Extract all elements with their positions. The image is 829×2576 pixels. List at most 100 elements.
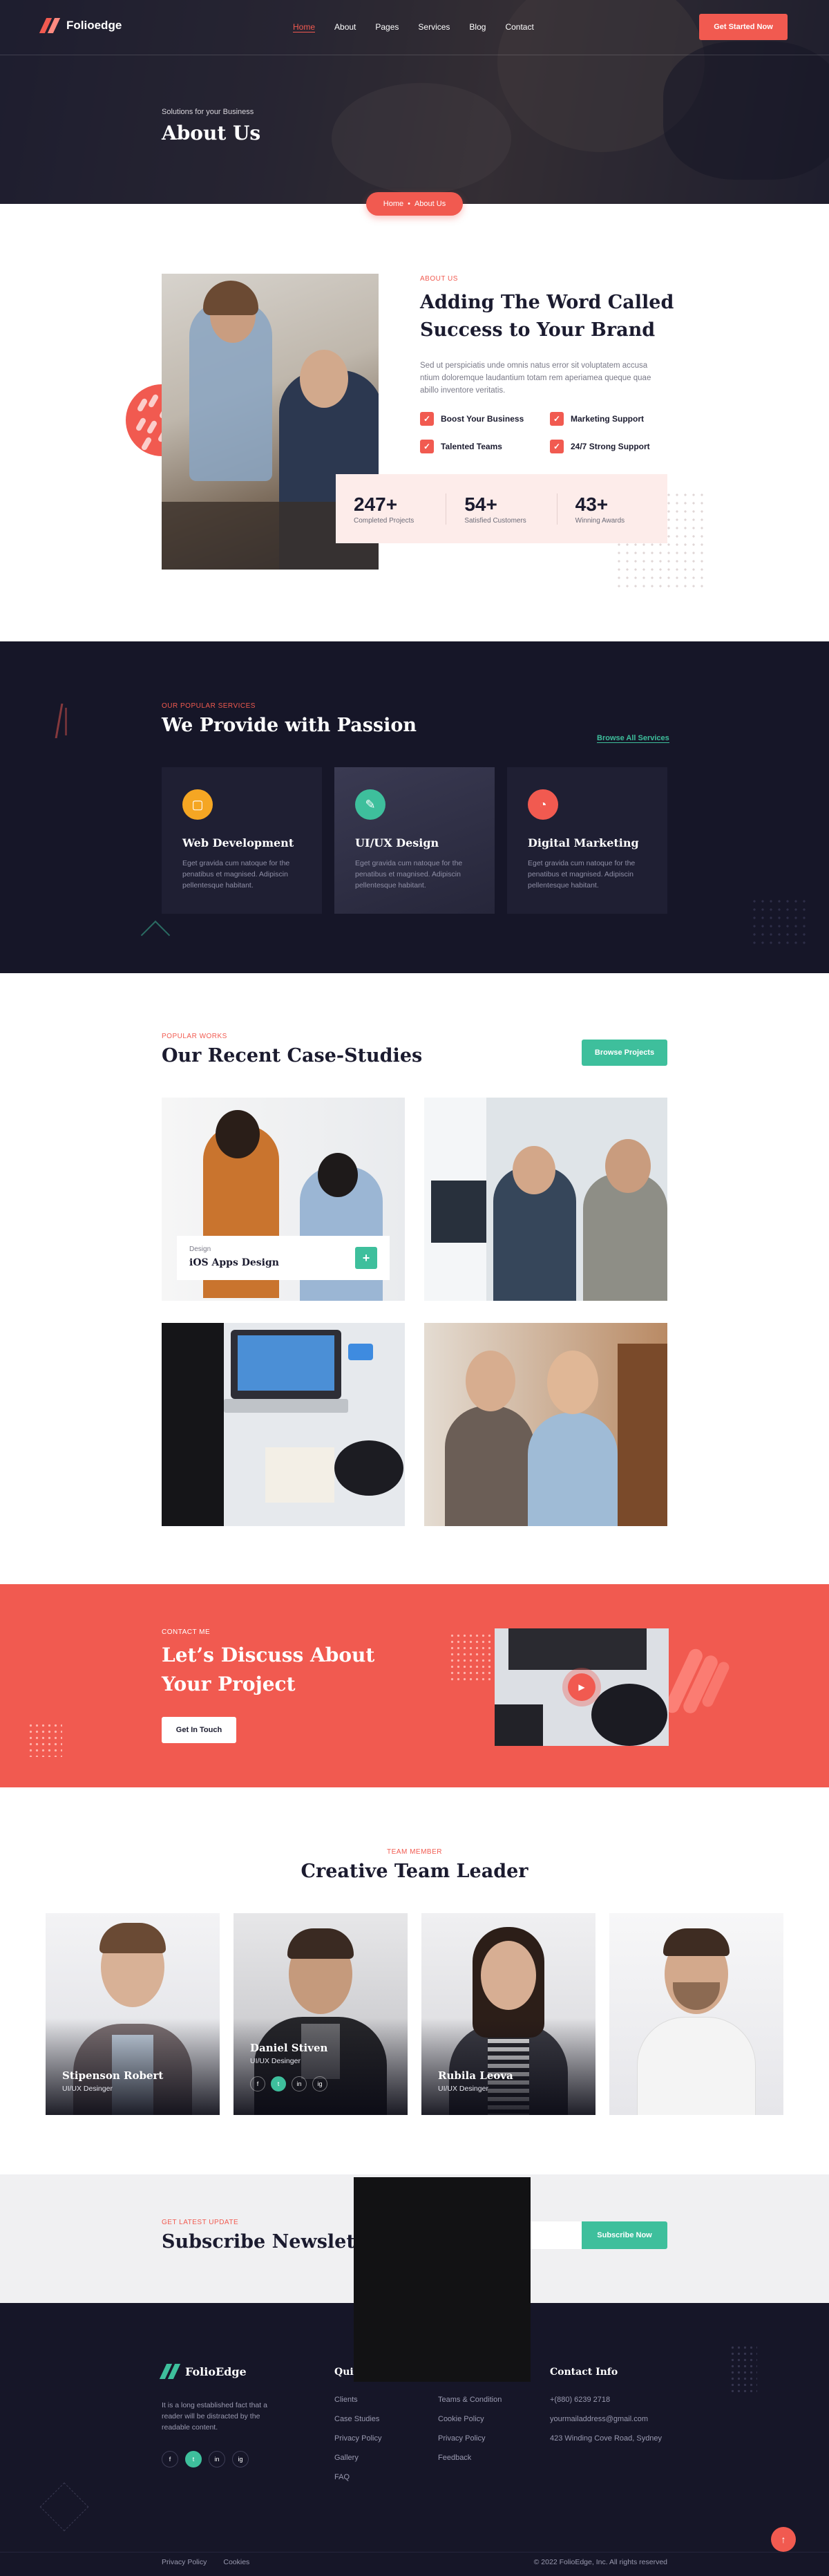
service-card[interactable]: ◔ Digital Marketing Eget gravida cum nat… [507, 767, 667, 914]
feature-label: Boost Your Business [441, 414, 524, 424]
nav-links: Home About Pages Services Blog Contact [293, 22, 534, 32]
member-name: Rubila Leova [438, 2069, 513, 2082]
pen-tool-icon: ✎ [355, 789, 385, 820]
get-started-button[interactable]: Get Started Now [699, 14, 788, 40]
logo[interactable]: Folioedge [39, 18, 122, 33]
about-title-line1: Adding The Word Called [420, 292, 674, 313]
page-title: About Us [162, 122, 261, 144]
footer-link[interactable]: FAQ [334, 2473, 381, 2481]
team-label: TEAM MEMBER [387, 1848, 442, 1856]
feature-item: ✓ Boost Your Business [420, 412, 550, 426]
scroll-top-icon[interactable]: ↑ [771, 2527, 796, 2552]
services-title: We Provide with Passion [162, 715, 417, 736]
footer-link[interactable]: Clients [334, 2396, 381, 2404]
twitter-icon[interactable]: t [271, 2076, 286, 2091]
footer-logo[interactable]: FolioEdge [159, 2364, 247, 2379]
nav-home[interactable]: Home [293, 22, 316, 32]
breadcrumb-home[interactable]: Home [383, 200, 403, 208]
services-section: OUR POPULAR SERVICES We Provide with Pas… [0, 641, 829, 973]
linkedin-icon[interactable]: in [292, 2076, 307, 2091]
team-card[interactable]: Stipenson Robert UI/UX Desinger [46, 1913, 220, 2115]
nav-blog[interactable]: Blog [469, 22, 486, 32]
nav-services[interactable]: Services [418, 22, 450, 32]
cases-title: Our Recent Case-Studies [162, 1045, 423, 1066]
footer-link[interactable]: Feedback [438, 2454, 502, 2462]
footer-links-col2: Teams & Condition Cookie Policy Privacy … [438, 2396, 502, 2473]
member-name: Daniel Stiven [250, 2042, 328, 2054]
service-text: Eget gravida cum natoque for the penatib… [355, 859, 463, 890]
footer-link[interactable]: Gallery [334, 2454, 381, 2462]
footer-links-col1: Clients Case Studies Privacy Policy Gall… [334, 2396, 381, 2492]
feature-item: ✓ 24/7 Strong Support [550, 440, 669, 453]
team-card[interactable] [609, 1913, 783, 2115]
footer-link[interactable]: Cookie Policy [438, 2415, 502, 2423]
service-title: Digital Marketing [528, 836, 639, 849]
facebook-icon[interactable]: f [250, 2076, 265, 2091]
services-label: OUR POPULAR SERVICES [162, 702, 256, 710]
feature-item: ✓ Talented Teams [420, 440, 550, 453]
service-card[interactable]: ▢ Web Development Eget gravida cum natoq… [162, 767, 322, 914]
phone-text[interactable]: +(880) 6239 2718 [550, 2396, 662, 2404]
browse-services-link[interactable]: Browse All Services [597, 734, 669, 743]
stat-number: 43+ [575, 493, 609, 515]
service-title: Web Development [182, 836, 294, 849]
footer-link[interactable]: Teams & Condition [438, 2396, 502, 2404]
logo-icon [39, 18, 61, 33]
facebook-icon[interactable]: f [162, 2451, 178, 2467]
nav-contact[interactable]: Contact [505, 22, 533, 32]
member-role: UI/UX Desinger [62, 2085, 113, 2093]
subscribe-button[interactable]: Subscribe Now [582, 2221, 667, 2249]
play-icon[interactable]: ▶ [568, 1673, 595, 1701]
footer-link[interactable]: Privacy Policy [438, 2434, 502, 2443]
breadcrumb: Home • About Us [366, 192, 463, 216]
stats-panel: 247+ Completed Projects 54+ Satisfied Cust… [336, 474, 667, 543]
privacy-link[interactable]: Privacy Policy [162, 2558, 207, 2566]
footer-about: It is a long established fact that a rea… [162, 2401, 267, 2432]
check-icon: ✓ [550, 412, 564, 426]
email-text[interactable]: yourmailaddress@gmail.com [550, 2415, 662, 2423]
stat-number: 54+ [464, 493, 497, 515]
stat-customers: 54+ Satisfied Customers [446, 493, 558, 525]
feature-label: Talented Teams [441, 442, 502, 451]
case-card[interactable] [424, 1098, 667, 1301]
service-title: UI/UX Design [355, 836, 439, 849]
plus-icon[interactable]: + [355, 1247, 377, 1269]
contact-title-line2: Your Project [162, 1673, 296, 1695]
stat-number: 247+ [354, 493, 398, 515]
case-info: Design iOS Apps Design + [177, 1236, 390, 1280]
about-title-line2: Success to Your Brand [420, 319, 656, 341]
twitter-icon[interactable]: t [185, 2451, 202, 2467]
check-icon: ✓ [420, 412, 434, 426]
service-card[interactable]: ✎ UI/UX Design Eget gravida cum natoque … [334, 767, 495, 914]
feature-label: 24/7 Strong Support [571, 442, 650, 451]
team-card[interactable]: Daniel Stiven UI/UX Desinger f t in ig [234, 1913, 408, 2115]
linkedin-icon[interactable]: in [209, 2451, 225, 2467]
about-label: ABOUT US [420, 275, 458, 283]
subscribe-label: GET LATEST UPDATE [162, 2219, 239, 2226]
member-role: UI/UX Desinger [438, 2085, 488, 2093]
instagram-icon[interactable]: ig [232, 2451, 249, 2467]
contact-title: Let’s Discuss About Your Project [162, 1641, 374, 1699]
about-title: Adding The Word Called Success to Your B… [420, 289, 674, 344]
top-nav: Folioedge Home About Pages Services Blog… [0, 0, 829, 55]
feature-item: ✓ Marketing Support [550, 412, 669, 426]
cookies-link[interactable]: Cookies [223, 2558, 249, 2566]
footer-link[interactable]: Privacy Policy [334, 2434, 381, 2443]
get-in-touch-button[interactable]: Get In Touch [162, 1717, 236, 1743]
case-card[interactable] [424, 1323, 667, 1526]
instagram-icon[interactable]: ig [312, 2076, 327, 2091]
nav-about[interactable]: About [334, 22, 356, 32]
footer-link[interactable]: Case Studies [334, 2415, 381, 2423]
team-card[interactable]: Rubila Leova UI/UX Desinger [421, 1913, 595, 2115]
footer-social: f t in ig [162, 2451, 249, 2467]
video-thumbnail[interactable]: ▶ [495, 1628, 669, 1746]
team-title: Creative Team Leader [301, 1861, 528, 1882]
case-card[interactable] [162, 1323, 405, 1526]
case-card[interactable]: Design iOS Apps Design + [162, 1098, 405, 1301]
browse-projects-button[interactable]: Browse Projects [582, 1040, 667, 1066]
cases-label: POPULAR WORKS [162, 1033, 227, 1040]
logo-icon [159, 2364, 181, 2379]
video-overlay [354, 2177, 531, 2382]
about-text: Sed ut perspiciatis unde omnis natus err… [420, 361, 651, 395]
nav-pages[interactable]: Pages [375, 22, 399, 32]
